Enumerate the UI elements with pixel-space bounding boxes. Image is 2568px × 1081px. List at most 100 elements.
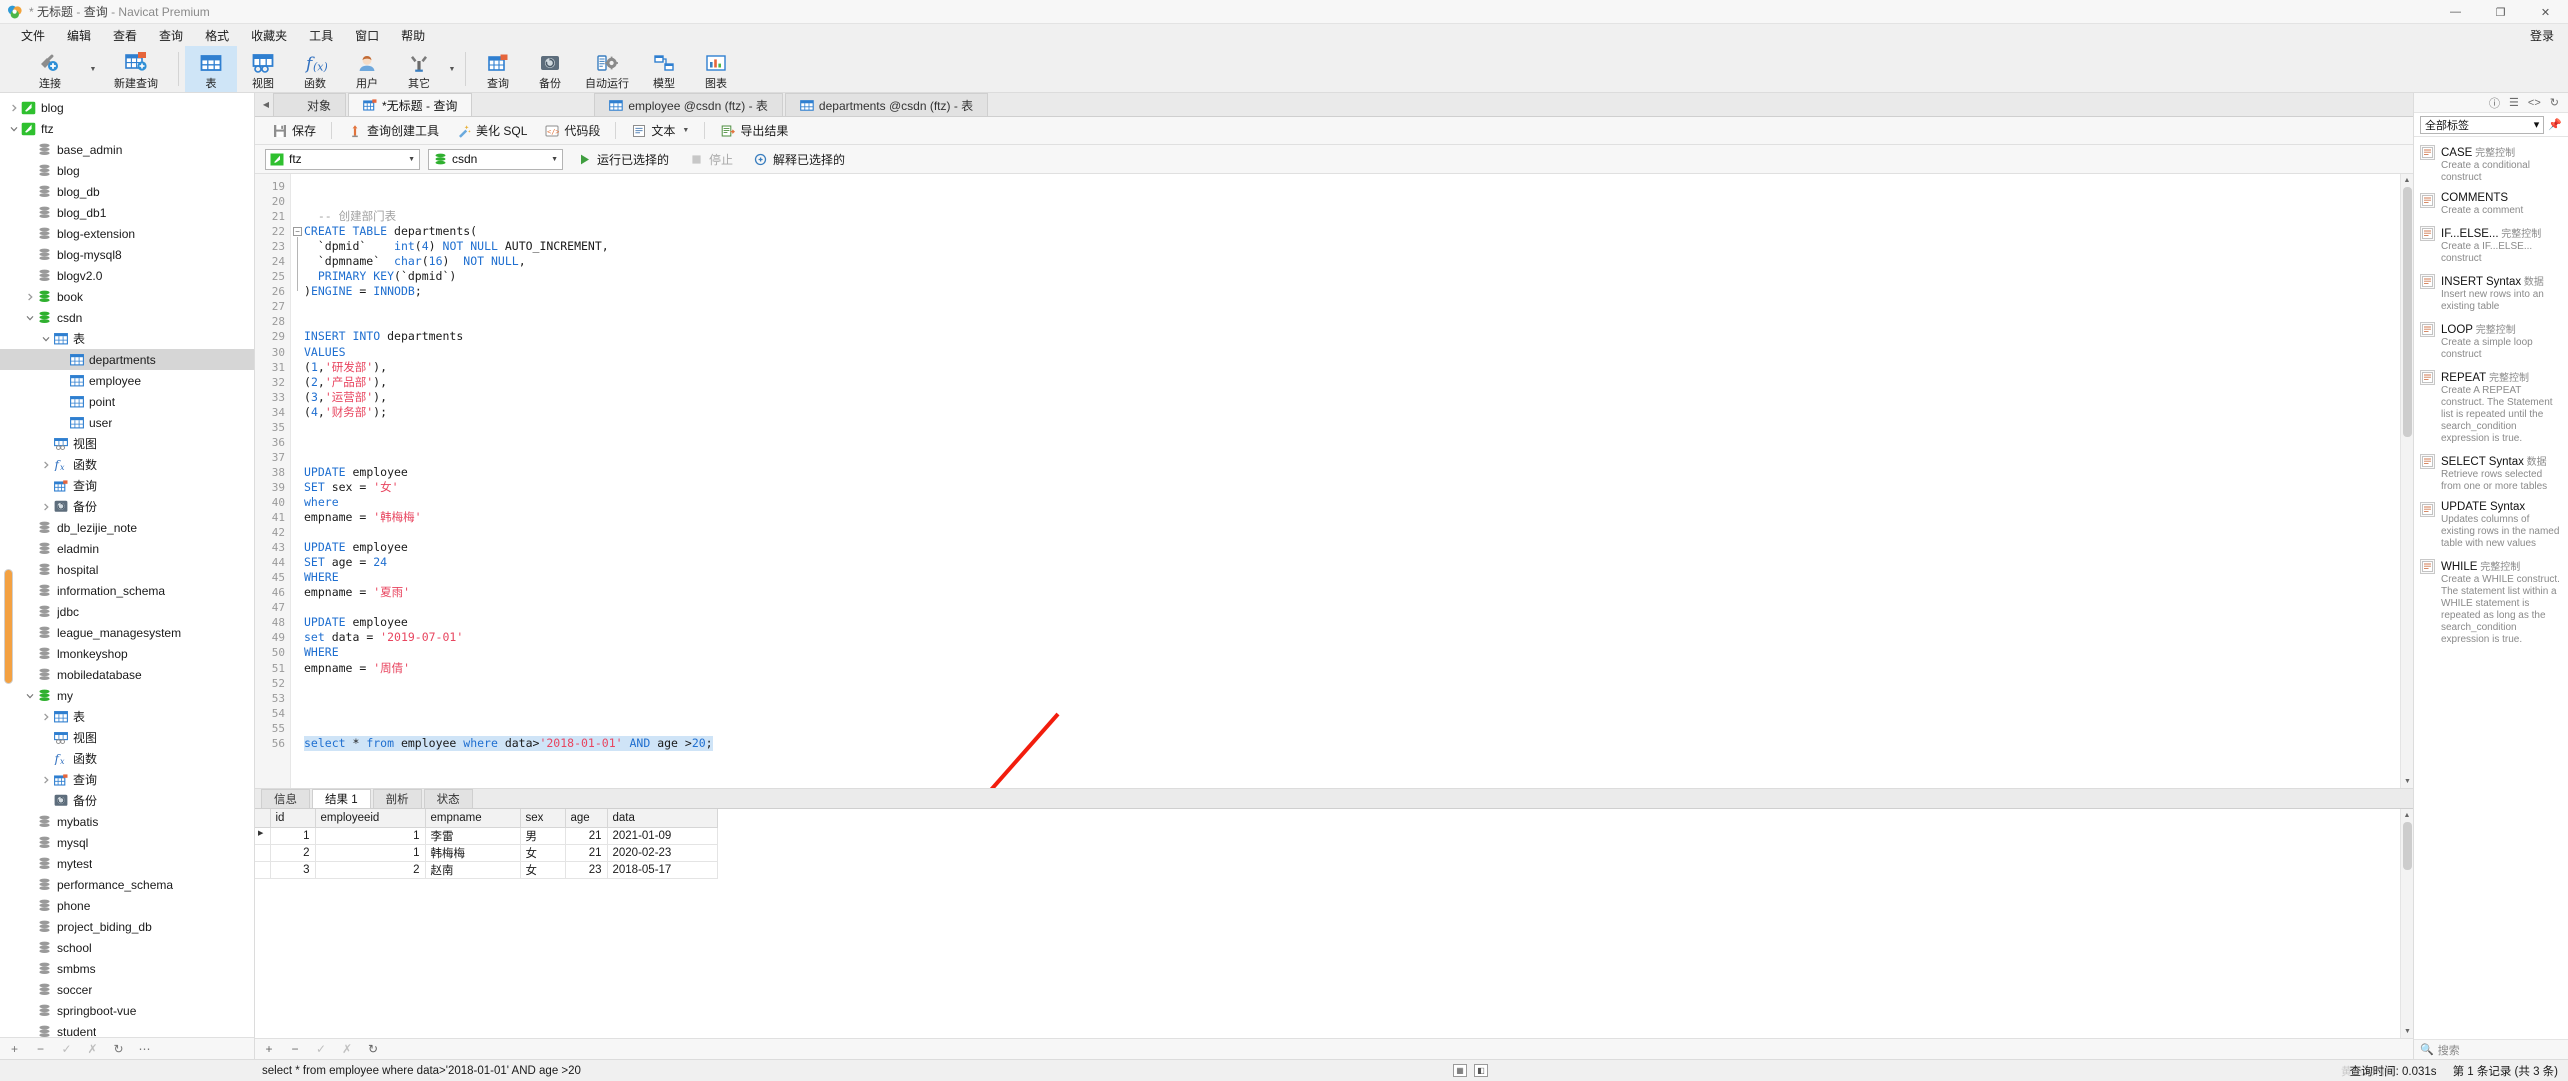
code-line[interactable]: `dpmid` int(4) NOT NULL AUTO_INCREMENT, xyxy=(304,239,2413,254)
tree-item-phone[interactable]: phone xyxy=(0,895,254,916)
fold-toggle-icon[interactable]: − xyxy=(293,227,302,237)
snippet-item[interactable]: COMMENTS Create a comment xyxy=(2414,188,2568,221)
code-line[interactable] xyxy=(304,721,2413,736)
code-line[interactable] xyxy=(304,706,2413,721)
cell-id[interactable]: 2 xyxy=(270,844,316,862)
tree-item-springboot-vue[interactable]: springboot-vue xyxy=(0,1000,254,1021)
tree-item-blogv2-0[interactable]: blogv2.0 xyxy=(0,265,254,286)
info-icon[interactable]: ⓘ xyxy=(2489,95,2500,111)
menu-query[interactable]: 查询 xyxy=(148,25,194,46)
tab-objects[interactable]: 对象 xyxy=(273,93,347,116)
grid-view-icon[interactable]: ▦ xyxy=(1453,1064,1467,1077)
other-dropdown-caret-icon[interactable]: ▼ xyxy=(445,46,459,92)
tree-item-db-lezijie-note[interactable]: db_lezijie_note xyxy=(0,517,254,538)
ribbon-connection-button[interactable]: 连接 xyxy=(14,46,86,92)
maximize-button[interactable]: ❐ xyxy=(2478,0,2523,24)
editor-vertical-scrollbar[interactable]: ▲ ▼ xyxy=(2400,174,2413,788)
tree-item-[interactable]: 视图 xyxy=(0,727,254,748)
snippet-item[interactable]: WHILE 完整控制 Create a WHILE construct. The … xyxy=(2414,554,2568,650)
snippet-item[interactable]: INSERT Syntax 数据 Insert new rows into an … xyxy=(2414,269,2568,317)
snippet-item[interactable]: REPEAT 完整控制 Create A REPEAT construct. Th… xyxy=(2414,365,2568,449)
result-tab-profile[interactable]: 剖析 xyxy=(372,789,422,808)
plus-icon[interactable]: + xyxy=(263,1042,275,1056)
cell-age[interactable]: 23 xyxy=(565,861,608,879)
scroll-up-icon[interactable]: ▲ xyxy=(2401,809,2413,822)
code-line[interactable]: PRIMARY KEY(`dpmid`) xyxy=(304,269,2413,284)
result-tab-status[interactable]: 状态 xyxy=(423,789,473,808)
cell-age[interactable]: 21 xyxy=(565,844,608,862)
tree-item-school[interactable]: school xyxy=(0,937,254,958)
cell-data[interactable]: 2020-02-23 xyxy=(607,844,718,862)
code-line[interactable]: (4,'财务部'); xyxy=(304,405,2413,420)
tree-item-[interactable]: 备份 xyxy=(0,496,254,517)
chevron-right-icon[interactable] xyxy=(39,713,52,721)
menu-favorites[interactable]: 收藏夹 xyxy=(240,25,298,46)
chevron-down-icon[interactable]: ▾ xyxy=(2534,118,2540,131)
snippet-search-row[interactable]: 🔍 搜索 xyxy=(2414,1039,2568,1059)
result-vertical-scrollbar[interactable]: ▲ ▼ xyxy=(2400,809,2413,1038)
tab-employee-table[interactable]: employee @csdn (ftz) - 表 xyxy=(594,93,783,116)
column-header-id[interactable]: id xyxy=(270,809,316,828)
stop-button[interactable]: 停止 xyxy=(683,149,739,170)
chevron-down-icon[interactable] xyxy=(23,314,36,322)
tree-item-mybatis[interactable]: mybatis xyxy=(0,811,254,832)
connection-select[interactable]: ftz ▼ xyxy=(265,148,420,170)
result-grid-wrapper[interactable]: idemployeeidempnamesexagedata11李雷男212021… xyxy=(255,809,2413,1038)
ribbon-automation-button[interactable]: 自动运行 xyxy=(576,46,638,92)
tree-item-information-schema[interactable]: information_schema xyxy=(0,580,254,601)
code-line[interactable]: where xyxy=(304,495,2413,510)
code-line[interactable]: WHERE xyxy=(304,570,2413,585)
code-line[interactable]: SET sex = '女' xyxy=(304,480,2413,495)
code-line[interactable]: CREATE TABLE departments( xyxy=(304,224,2413,239)
tree-item-lmonkeyshop[interactable]: lmonkeyshop xyxy=(0,643,254,664)
tree-item-student[interactable]: student xyxy=(0,1021,254,1037)
snippet-item[interactable]: LOOP 完整控制 Create a simple loop construct xyxy=(2414,317,2568,365)
ribbon-user-button[interactable]: 用户 xyxy=(341,46,393,92)
tree-item-[interactable]: f x 函数 xyxy=(0,748,254,769)
code-line[interactable] xyxy=(304,314,2413,329)
code-line[interactable]: )ENGINE = INNODB; xyxy=(304,284,2413,299)
tree-item-project-biding-db[interactable]: project_biding_db xyxy=(0,916,254,937)
code-line[interactable] xyxy=(304,299,2413,314)
code-snippet-button[interactable]: </> 代码段 xyxy=(537,120,607,141)
sql-code-text[interactable]: -- 创建部门表 CREATE TABLE departments( `dpmid… xyxy=(304,174,2413,788)
result-grid[interactable]: idemployeeidempnamesexagedata11李雷男212021… xyxy=(255,809,718,879)
tree-item-[interactable]: 表 xyxy=(0,328,254,349)
ribbon-function-button[interactable]: f (x) 函数 xyxy=(289,46,341,92)
ribbon-new-query-button[interactable]: 新建查询 xyxy=(100,46,172,92)
snippet-list[interactable]: CASE 完整控制 Create a conditional construct C… xyxy=(2414,137,2568,1039)
run-selected-button[interactable]: 运行已选择的 xyxy=(571,149,675,170)
menu-file[interactable]: 文件 xyxy=(10,25,56,46)
tree-item-[interactable]: 查询 xyxy=(0,475,254,496)
code-line[interactable]: `dpmname` char(16) NOT NULL, xyxy=(304,254,2413,269)
chevron-right-icon[interactable] xyxy=(7,104,20,112)
scroll-down-icon[interactable]: ▼ xyxy=(2401,775,2414,788)
beautify-sql-button[interactable]: 美化 SQL xyxy=(449,120,534,141)
ribbon-backup-button[interactable]: 备份 xyxy=(524,46,576,92)
code-line[interactable]: UPDATE employee xyxy=(304,465,2413,480)
sql-editor[interactable]: 19 20 21 22 23 24 25 26 27 28 29 30 31 32 33 34 35 36 37 38… xyxy=(255,174,2413,788)
check-icon[interactable]: ✓ xyxy=(315,1042,327,1056)
chevron-right-icon[interactable] xyxy=(39,461,52,469)
code-line[interactable] xyxy=(304,676,2413,691)
minus-icon[interactable]: − xyxy=(34,1042,47,1056)
tree-item-jdbc[interactable]: jdbc xyxy=(0,601,254,622)
editor-scroll-thumb[interactable] xyxy=(2403,187,2412,437)
snippet-item[interactable]: CASE 完整控制 Create a conditional construct xyxy=(2414,140,2568,188)
chevron-right-icon[interactable] xyxy=(39,776,52,784)
cell-sex[interactable]: 男 xyxy=(520,827,566,845)
code-line[interactable]: (3,'运营部'), xyxy=(304,390,2413,405)
tree-item-blog-db1[interactable]: blog_db1 xyxy=(0,202,254,223)
column-header-employeeid[interactable]: employeeid xyxy=(315,809,426,828)
tree-item-ftz[interactable]: ftz xyxy=(0,118,254,139)
column-header-age[interactable]: age xyxy=(565,809,608,828)
query-builder-button[interactable]: 查询创建工具 xyxy=(340,120,446,141)
code-line[interactable]: WHERE xyxy=(304,645,2413,660)
chevron-down-icon[interactable] xyxy=(39,335,52,343)
text-mode-button[interactable]: 文本 ▼ xyxy=(624,120,696,141)
cell-id[interactable]: 3 xyxy=(270,861,316,879)
pin-icon[interactable]: 📌 xyxy=(2548,118,2562,131)
tree-item-eladmin[interactable]: eladmin xyxy=(0,538,254,559)
database-select[interactable]: csdn ▼ xyxy=(428,148,563,170)
list-icon[interactable]: ☰ xyxy=(2509,96,2519,109)
